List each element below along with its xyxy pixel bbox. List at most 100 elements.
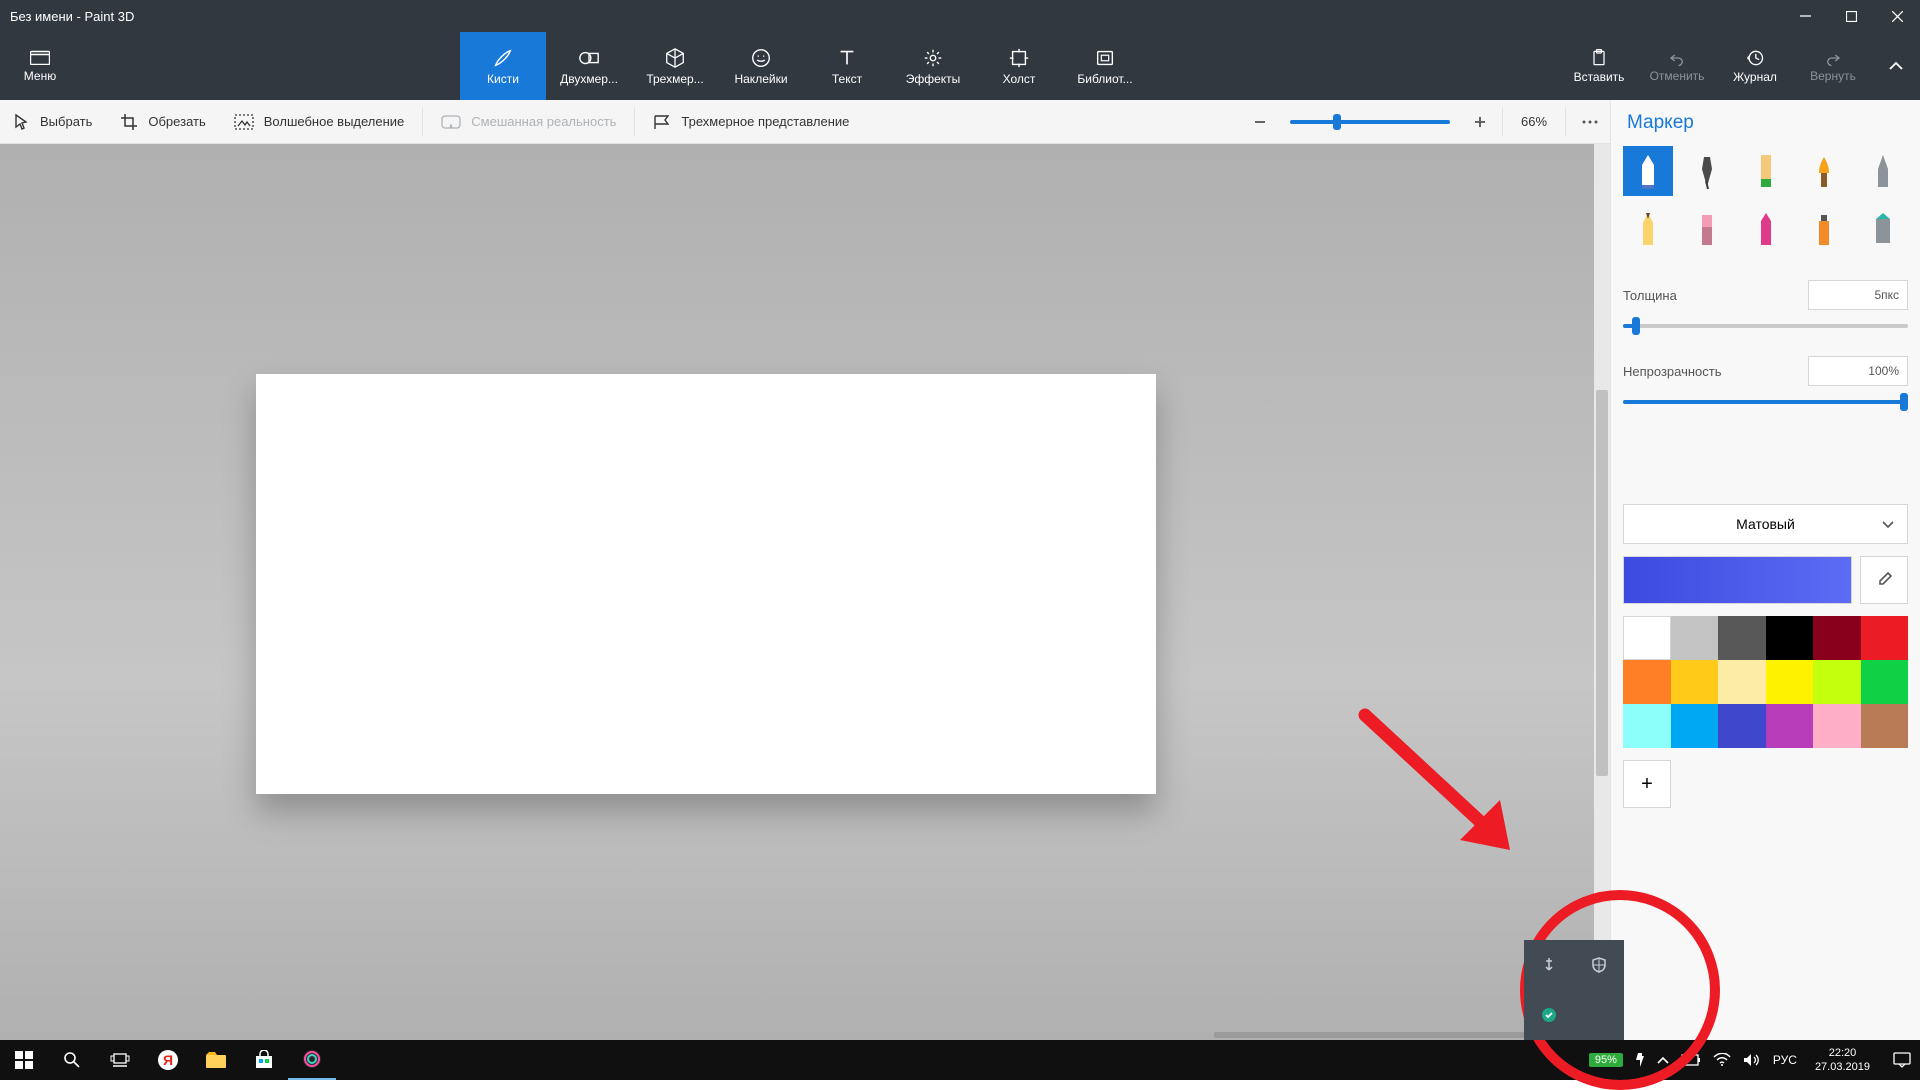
menu-button[interactable]: Меню (0, 32, 80, 100)
taskbar-app-store[interactable] (240, 1040, 288, 1080)
tab-3d[interactable]: Трехмер... (632, 32, 718, 100)
canvas[interactable] (256, 374, 1156, 794)
separator (1502, 108, 1503, 136)
slider-thumb[interactable] (1632, 317, 1640, 335)
horizontal-scrollbar[interactable] (644, 1030, 1594, 1040)
vr-headset-icon (441, 115, 461, 129)
tab-library[interactable]: Библиот... (1062, 32, 1148, 100)
brush-pixelpen[interactable] (1858, 146, 1908, 196)
volume-icon[interactable] (1743, 1053, 1761, 1067)
windows-icon (15, 1051, 33, 1069)
separator (422, 108, 423, 136)
tray-check-icon[interactable] (1524, 990, 1574, 1040)
canvas-area[interactable] (0, 144, 1610, 1040)
redo-button[interactable]: Вернуть (1794, 32, 1872, 100)
window-close-button[interactable] (1874, 0, 1920, 32)
color-swatch[interactable] (1671, 616, 1719, 660)
brush-calligraphy[interactable] (1682, 146, 1732, 196)
color-swatch[interactable] (1813, 616, 1861, 660)
window-maximize-button[interactable] (1828, 0, 1874, 32)
insert-button[interactable]: Вставить (1560, 32, 1638, 100)
undo-button[interactable]: Отменить (1638, 32, 1716, 100)
opacity-label: Непрозрачность (1623, 364, 1722, 379)
start-button[interactable] (0, 1040, 48, 1080)
color-swatch[interactable] (1766, 660, 1814, 704)
material-value: Матовый (1736, 516, 1795, 532)
tab-stickers[interactable]: Наклейки (718, 32, 804, 100)
language-indicator[interactable]: РУС (1773, 1053, 1797, 1067)
taskbar-app-explorer[interactable] (192, 1040, 240, 1080)
tab-text[interactable]: Текст (804, 32, 890, 100)
window-minimize-button[interactable] (1782, 0, 1828, 32)
brush-marker[interactable] (1623, 146, 1673, 196)
zoom-value[interactable]: 66% (1507, 114, 1561, 129)
zoom-slider-thumb[interactable] (1333, 114, 1341, 130)
material-dropdown[interactable]: Матовый (1623, 504, 1908, 544)
tray-defender-icon[interactable] (1574, 940, 1624, 990)
thickness-input[interactable]: 5пкс (1808, 280, 1908, 310)
panel-title: Маркер (1621, 100, 1910, 146)
tray-usb-icon[interactable] (1524, 940, 1574, 990)
taskbar-app-yandex[interactable]: Я (144, 1040, 192, 1080)
mixed-reality-button: Смешанная реальность (427, 100, 630, 144)
zoom-in-button[interactable] (1462, 104, 1498, 140)
color-swatch[interactable] (1718, 616, 1766, 660)
brush-pencil[interactable] (1623, 204, 1673, 254)
more-options-button[interactable] (1570, 120, 1610, 124)
color-swatch[interactable] (1861, 660, 1909, 704)
taskview-button[interactable] (96, 1040, 144, 1080)
color-swatch[interactable] (1813, 704, 1861, 748)
color-swatch[interactable] (1861, 616, 1909, 660)
view-3d-button[interactable]: Трехмерное представление (639, 100, 863, 144)
color-swatch[interactable] (1623, 616, 1671, 660)
clock[interactable]: 22:20 27.03.2019 (1809, 1046, 1876, 1074)
history-button[interactable]: Журнал (1716, 32, 1794, 100)
zoom-slider[interactable] (1290, 120, 1450, 124)
color-swatch[interactable] (1861, 704, 1909, 748)
tab-brushes[interactable]: Кисти (460, 32, 546, 100)
tray-popup[interactable] (1524, 940, 1624, 1040)
color-swatch[interactable] (1813, 660, 1861, 704)
scrollbar-thumb[interactable] (1596, 390, 1608, 776)
zoom-out-button[interactable] (1242, 104, 1278, 140)
tab-label: Двухмер... (560, 72, 618, 86)
color-swatch[interactable] (1766, 704, 1814, 748)
brush-eraser[interactable] (1682, 204, 1732, 254)
color-swatch[interactable] (1623, 704, 1671, 748)
current-color[interactable] (1623, 556, 1852, 604)
svg-text:Я: Я (163, 1052, 173, 1068)
eyedropper-button[interactable] (1860, 556, 1908, 604)
canvas-icon (1007, 46, 1031, 70)
thickness-label: Толщина (1623, 288, 1677, 303)
opacity-slider[interactable] (1623, 400, 1908, 404)
slider-thumb[interactable] (1900, 393, 1908, 411)
brush-watercolor[interactable] (1799, 146, 1849, 196)
brush-oil[interactable] (1741, 146, 1791, 196)
add-color-button[interactable]: + (1623, 760, 1671, 808)
tab-label: Кисти (487, 72, 519, 86)
color-swatch[interactable] (1718, 704, 1766, 748)
expand-panel-button[interactable] (1872, 32, 1920, 100)
color-swatch[interactable] (1623, 660, 1671, 704)
magic-select-button[interactable]: Волшебное выделение (220, 100, 419, 144)
color-swatch[interactable] (1671, 660, 1719, 704)
select-button[interactable]: Выбрать (0, 100, 106, 144)
taskbar-app-paint3d[interactable] (288, 1040, 336, 1080)
crop-button[interactable]: Обрезать (106, 100, 219, 144)
thickness-slider[interactable] (1623, 324, 1908, 328)
tab-canvas[interactable]: Холст (976, 32, 1062, 100)
wifi-icon[interactable] (1713, 1053, 1731, 1067)
color-swatch[interactable] (1766, 616, 1814, 660)
opacity-input[interactable]: 100% (1808, 356, 1908, 386)
color-swatch[interactable] (1671, 704, 1719, 748)
tab-effects[interactable]: Эффекты (890, 32, 976, 100)
brush-spraycan[interactable] (1799, 204, 1849, 254)
tab-2d[interactable]: Двухмер... (546, 32, 632, 100)
brush-fill[interactable] (1858, 204, 1908, 254)
time: 22:20 (1815, 1046, 1870, 1060)
brush-crayon[interactable] (1741, 204, 1791, 254)
select-label: Выбрать (40, 114, 92, 129)
color-swatch[interactable] (1718, 660, 1766, 704)
search-button[interactable] (48, 1040, 96, 1080)
action-center-button[interactable] (1888, 1040, 1916, 1080)
